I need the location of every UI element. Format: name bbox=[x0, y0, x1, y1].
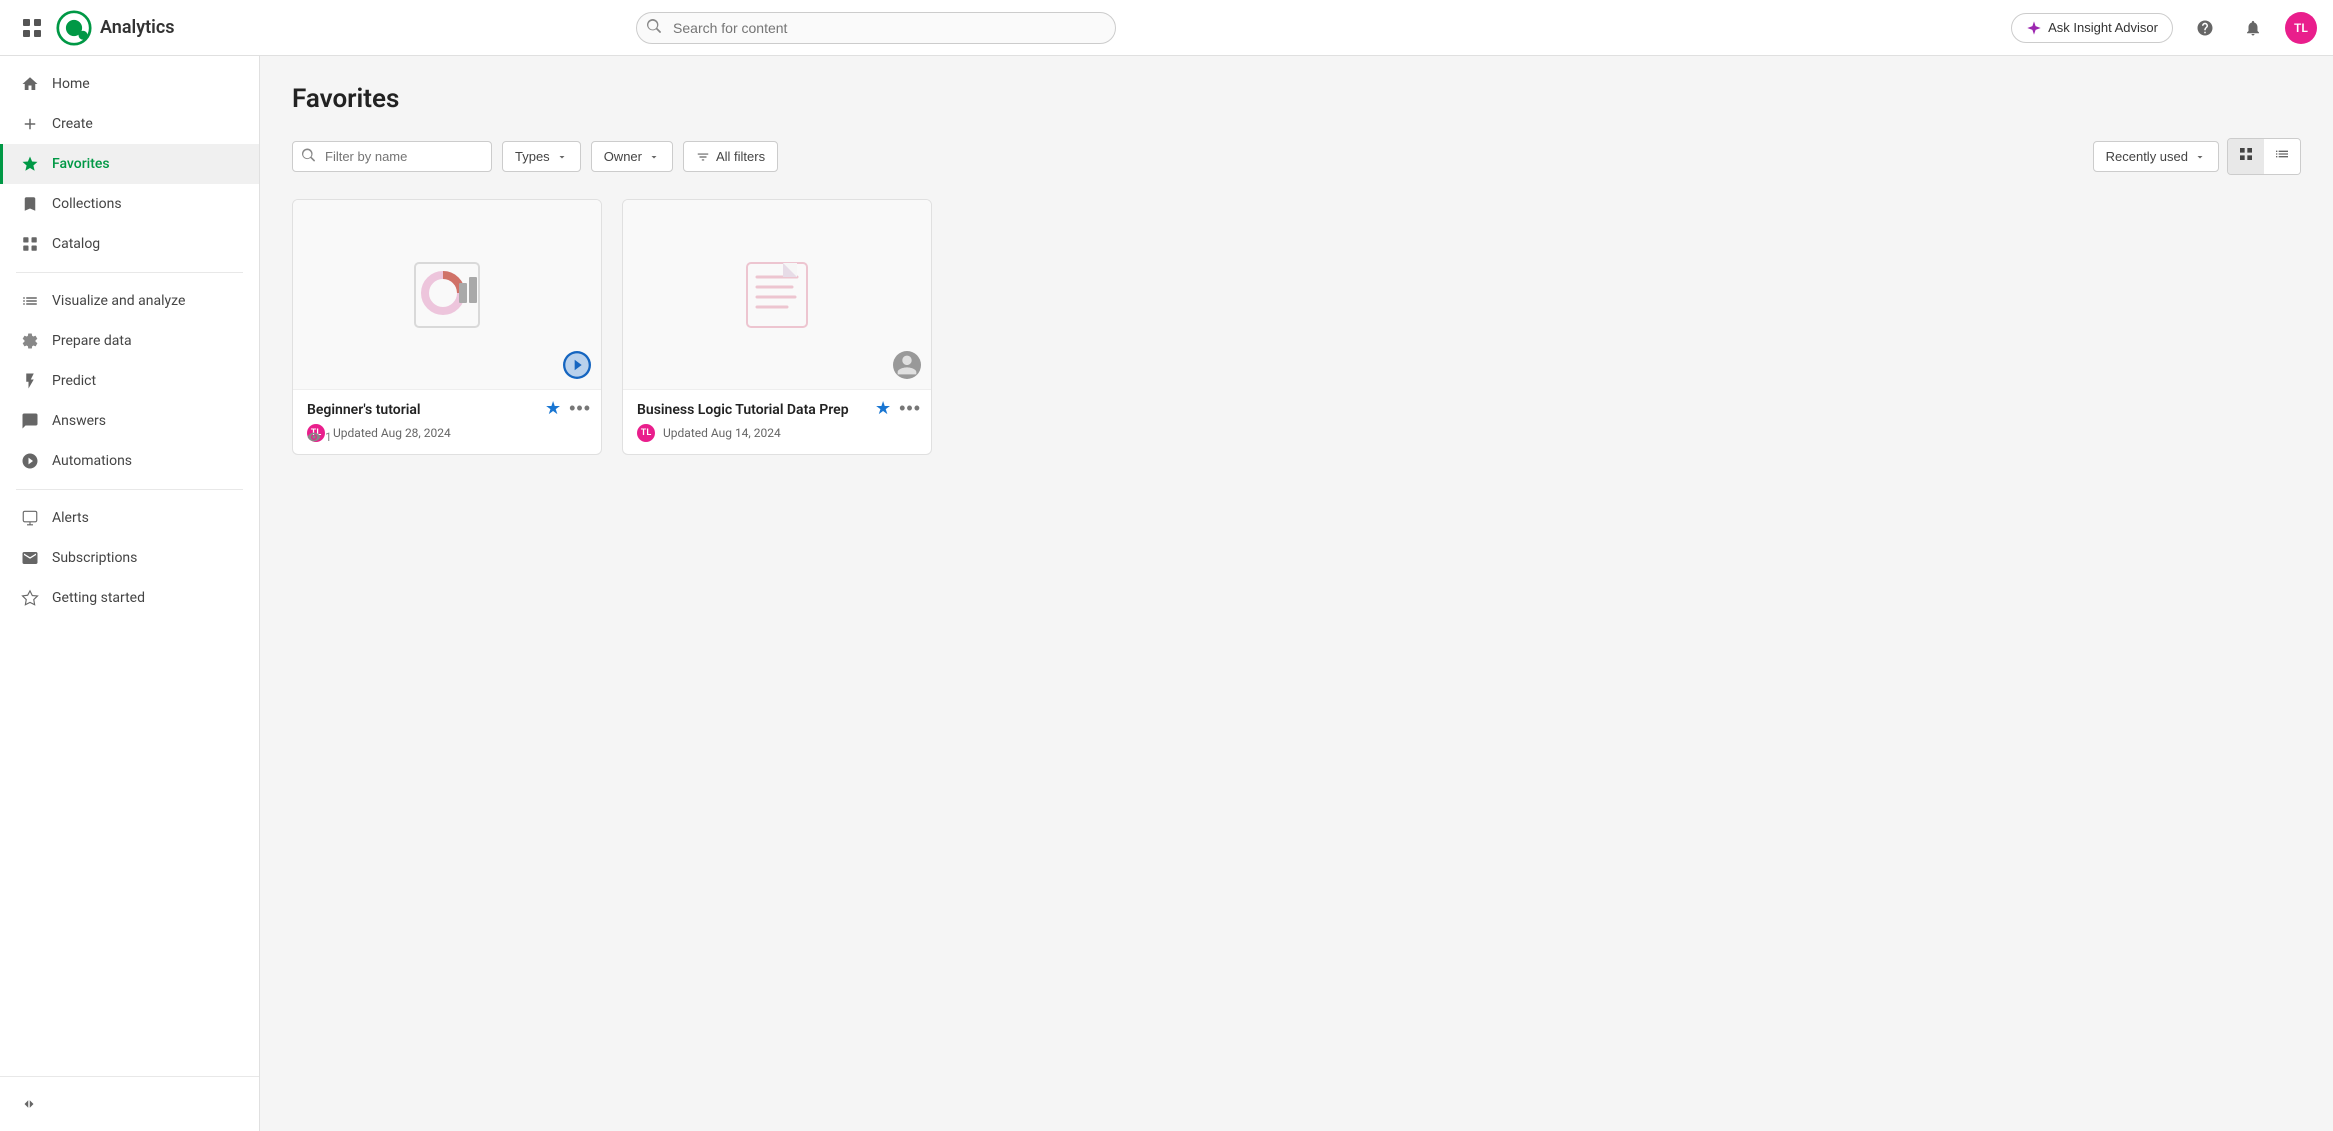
sidebar-divider-1 bbox=[16, 272, 243, 273]
catalog-icon bbox=[20, 234, 40, 254]
avatar[interactable]: TL bbox=[2285, 12, 2317, 44]
sidebar-item-favorites[interactable]: Favorites bbox=[0, 144, 259, 184]
grid-view-button[interactable] bbox=[2228, 139, 2264, 174]
collections-icon bbox=[20, 194, 40, 214]
sidebar-item-catalog[interactable]: Catalog bbox=[0, 224, 259, 264]
sidebar-item-getting-started[interactable]: Getting started bbox=[0, 578, 259, 618]
sidebar-item-home[interactable]: Home bbox=[0, 64, 259, 104]
sidebar-item-answers[interactable]: Answers bbox=[0, 401, 259, 441]
getting-started-icon bbox=[20, 588, 40, 608]
grid-view-icon bbox=[2238, 146, 2254, 162]
card-actions-2: ★ ••• bbox=[875, 398, 921, 419]
card-avatar-2: TL bbox=[637, 424, 655, 442]
chart-thumbnail-icon bbox=[407, 255, 487, 335]
card-star-button-1[interactable]: ★ bbox=[545, 398, 561, 419]
help-button[interactable] bbox=[2189, 12, 2221, 44]
card-beginners-tutorial[interactable]: Beginner's tutorial TL Updated Aug 28, 2… bbox=[292, 199, 602, 455]
data-thumbnail-icon bbox=[737, 255, 817, 335]
top-bar-right: Ask Insight Advisor TL bbox=[2011, 12, 2317, 44]
app-shell: Analytics Ask Insight Advisor bbox=[0, 0, 2333, 1131]
list-view-icon bbox=[2274, 146, 2290, 162]
apps-menu-button[interactable] bbox=[16, 12, 48, 44]
all-filters-button[interactable]: All filters bbox=[683, 141, 778, 172]
help-icon bbox=[2196, 19, 2214, 37]
card-more-button-2[interactable]: ••• bbox=[899, 398, 921, 419]
card-star-button-2[interactable]: ★ bbox=[875, 398, 891, 419]
views-icon bbox=[307, 430, 321, 444]
sidebar-bottom bbox=[0, 1076, 259, 1131]
chevron-down-icon bbox=[556, 151, 568, 163]
qlik-logo bbox=[56, 10, 92, 46]
predict-icon bbox=[20, 371, 40, 391]
insight-advisor-label: Ask Insight Advisor bbox=[2048, 20, 2158, 35]
filter-search-icon bbox=[302, 148, 315, 165]
sidebar-item-predict[interactable]: Predict bbox=[0, 361, 259, 401]
create-icon bbox=[20, 114, 40, 134]
sidebar-item-prepare[interactable]: Prepare data bbox=[0, 321, 259, 361]
card-business-logic[interactable]: Business Logic Tutorial Data Prep TL Upd… bbox=[622, 199, 932, 455]
sparkle-icon bbox=[2026, 20, 2042, 36]
search-icon bbox=[647, 19, 661, 37]
sidebar-item-create[interactable]: Create bbox=[0, 104, 259, 144]
grid-icon bbox=[23, 19, 41, 37]
sidebar-item-alerts[interactable]: Alerts bbox=[0, 498, 259, 538]
sidebar: Home Create Favorites bbox=[0, 56, 260, 1131]
recently-used-sort-button[interactable]: Recently used bbox=[2093, 141, 2219, 172]
main-content: Favorites Types Owner bbox=[260, 56, 2333, 1131]
filter-input-wrap bbox=[292, 141, 492, 172]
card-views-1: 1 bbox=[307, 430, 332, 444]
filter-icon bbox=[696, 150, 710, 164]
list-view-button[interactable] bbox=[2264, 139, 2300, 174]
chevron-down-icon-2 bbox=[648, 151, 660, 163]
card-meta-1: TL Updated Aug 28, 2024 bbox=[307, 424, 587, 442]
sidebar-item-subscriptions[interactable]: Subscriptions bbox=[0, 538, 259, 578]
prepare-icon bbox=[20, 331, 40, 351]
answers-icon bbox=[20, 411, 40, 431]
sidebar-divider-2 bbox=[16, 489, 243, 490]
logo-area: Analytics bbox=[16, 10, 175, 46]
automations-icon bbox=[20, 451, 40, 471]
card-more-button-1[interactable]: ••• bbox=[569, 398, 591, 419]
bell-icon bbox=[2244, 19, 2262, 37]
search-input[interactable] bbox=[636, 12, 1116, 44]
subscriptions-icon bbox=[20, 548, 40, 568]
cards-grid: Beginner's tutorial TL Updated Aug 28, 2… bbox=[292, 199, 2301, 455]
app-title: Analytics bbox=[100, 17, 175, 38]
favorites-icon bbox=[20, 154, 40, 174]
collapse-sidebar-button[interactable] bbox=[0, 1085, 259, 1123]
sidebar-item-visualize[interactable]: Visualize and analyze bbox=[0, 281, 259, 321]
filters-row: Types Owner All filters Recently used bbox=[292, 138, 2301, 175]
main-area: Home Create Favorites bbox=[0, 56, 2333, 1131]
page-title: Favorites bbox=[292, 84, 2301, 114]
card-badge-1 bbox=[563, 351, 591, 379]
card-actions-1: ★ ••• bbox=[545, 398, 591, 419]
owner-filter-button[interactable]: Owner bbox=[591, 141, 673, 172]
collapse-icon bbox=[20, 1095, 38, 1113]
card-badge-2 bbox=[893, 351, 921, 379]
view-toggle bbox=[2227, 138, 2301, 175]
alerts-icon bbox=[20, 508, 40, 528]
notifications-button[interactable] bbox=[2237, 12, 2269, 44]
card-thumbnail-2 bbox=[623, 200, 931, 390]
visualize-icon bbox=[20, 291, 40, 311]
search-bar bbox=[636, 12, 1116, 44]
filter-by-name-input[interactable] bbox=[292, 141, 492, 172]
top-bar: Analytics Ask Insight Advisor bbox=[0, 0, 2333, 56]
card-views-count-1: 1 bbox=[325, 430, 332, 444]
home-icon bbox=[20, 74, 40, 94]
card-updated-2: Updated Aug 14, 2024 bbox=[663, 426, 781, 440]
card-meta-2: TL Updated Aug 14, 2024 bbox=[637, 424, 917, 442]
sidebar-item-collections[interactable]: Collections bbox=[0, 184, 259, 224]
app-icon bbox=[563, 325, 591, 405]
person-icon bbox=[893, 325, 921, 405]
sidebar-nav-section: Home Create Favorites bbox=[0, 56, 259, 626]
card-updated-1: Updated Aug 28, 2024 bbox=[333, 426, 451, 440]
types-filter-button[interactable]: Types bbox=[502, 141, 581, 172]
card-thumbnail-1 bbox=[293, 200, 601, 390]
sidebar-item-automations[interactable]: Automations bbox=[0, 441, 259, 481]
filters-right: Recently used bbox=[2093, 138, 2301, 175]
chevron-down-icon-3 bbox=[2194, 151, 2206, 163]
insight-advisor-button[interactable]: Ask Insight Advisor bbox=[2011, 13, 2173, 43]
